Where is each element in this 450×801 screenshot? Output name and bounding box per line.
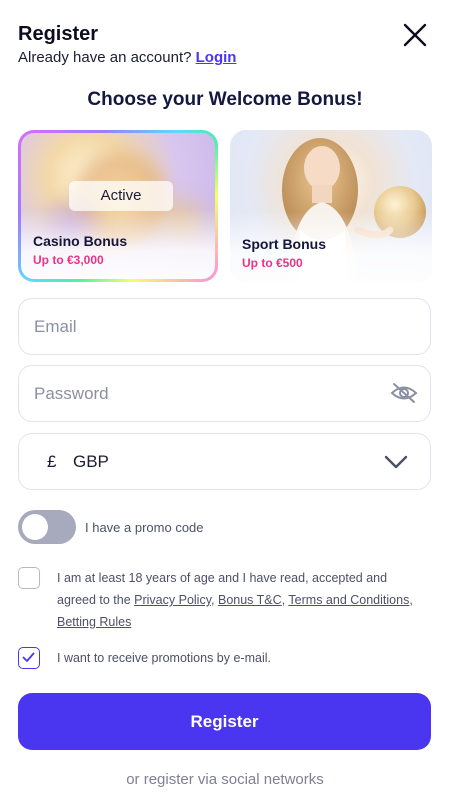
currency-symbol: £: [47, 451, 57, 471]
currency-select[interactable]: £ GBP: [18, 433, 431, 490]
email-field-wrapper: [18, 298, 431, 355]
sport-bonus-label: Sport Bonus: [242, 236, 326, 252]
sport-bonus-card[interactable]: Sport Bonus Up to €500: [230, 130, 432, 282]
bonus-cards: Active Casino Bonus Up to €3,000 Sport B…: [18, 130, 432, 282]
bonus-tc-link[interactable]: Bonus T&C: [218, 593, 282, 607]
terms-conditions-link[interactable]: Terms and Conditions: [288, 593, 409, 607]
close-icon[interactable]: [402, 22, 428, 48]
chevron-down-icon: [384, 455, 408, 469]
promotions-checkbox[interactable]: [18, 647, 40, 669]
eye-off-icon[interactable]: [390, 381, 418, 405]
casino-bonus-card[interactable]: Active Casino Bonus Up to €3,000: [18, 130, 218, 282]
checkmark-icon: [22, 652, 35, 662]
casino-bonus-amount: Up to €3,000: [33, 253, 104, 267]
password-field[interactable]: [19, 366, 430, 421]
promotions-row: I want to receive promotions by e-mail.: [18, 647, 427, 669]
bonus-heading: Choose your Welcome Bonus!: [87, 89, 363, 110]
currency-code: GBP: [73, 451, 109, 471]
promo-code-toggle[interactable]: [18, 510, 76, 544]
login-prompt: Already have an account? Login: [18, 48, 432, 68]
social-register-text: or register via social networks: [126, 771, 324, 788]
promotions-label: I want to receive promotions by e-mail.: [57, 651, 271, 665]
password-field-wrapper: [18, 365, 431, 422]
casino-bonus-label: Casino Bonus: [33, 233, 128, 249]
terms-text: I am at least 18 years of age and I have…: [57, 571, 413, 629]
page-title: Register: [18, 23, 99, 45]
login-link[interactable]: Login: [196, 49, 237, 66]
privacy-policy-link[interactable]: Privacy Policy: [134, 593, 211, 607]
betting-rules-link[interactable]: Betting Rules: [57, 615, 131, 629]
promo-code-label: I have a promo code: [85, 519, 204, 535]
terms-row: I am at least 18 years of age and I have…: [18, 567, 427, 633]
email-field[interactable]: [19, 299, 430, 354]
sport-bonus-amount: Up to €500: [242, 256, 303, 270]
terms-checkbox[interactable]: [18, 567, 40, 589]
login-prompt-text: Already have an account?: [18, 49, 196, 66]
promo-toggle-row: I have a promo code: [18, 510, 204, 544]
register-button[interactable]: Register: [18, 693, 431, 750]
active-badge: Active: [69, 181, 173, 211]
header: Register Already have an account? Login: [18, 22, 432, 68]
